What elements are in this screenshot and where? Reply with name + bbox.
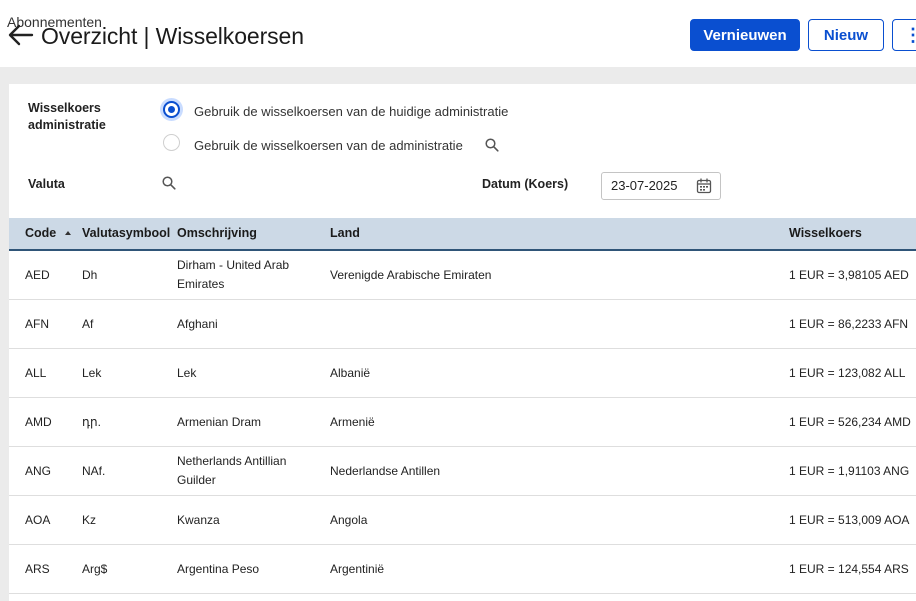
- cell-symbol: Dh: [82, 267, 98, 282]
- cell-rate: 1 EUR = 3,98105 AED: [789, 267, 909, 282]
- exchange-rates-panel: Wisselkoers administratie Gebruik de wis…: [9, 84, 916, 601]
- cell-code: ALL: [25, 365, 47, 380]
- cell-rate: 1 EUR = 1,91103 ANG: [789, 463, 910, 478]
- sort-ascending-icon[interactable]: [65, 230, 71, 236]
- cell-symbol: Kz: [82, 512, 97, 527]
- cell-country: Verenigde Arabische Emiraten: [330, 267, 492, 282]
- cell-rate: 1 EUR = 526,234 AMD: [789, 414, 911, 429]
- calendar-icon[interactable]: [696, 178, 712, 194]
- admin-rate-label: Wisselkoers administratie: [28, 101, 106, 132]
- cell-country: Albanië: [330, 365, 371, 380]
- cell-code: AED: [25, 267, 50, 282]
- radio-other-administration[interactable]: [163, 134, 180, 151]
- table-body: AED Dh Dirham - United Arab Emirates Ver…: [9, 251, 916, 594]
- cell-description: Netherlands Antillian Guilder: [177, 454, 287, 487]
- column-header-symbol[interactable]: Valutasymbool: [82, 218, 170, 249]
- page-header: Abonnementen Overzicht | Wisselkoersen V…: [0, 0, 916, 67]
- table-row[interactable]: ALL Lek Lek Albanië 1 EUR = 123,082 ALL: [9, 349, 916, 398]
- exchange-rates-table: Code Valutasymbool Omschrijving Land Wis…: [9, 218, 916, 594]
- cell-symbol: դր.: [82, 414, 101, 429]
- currency-search-icon[interactable]: [162, 176, 176, 190]
- table-row[interactable]: AFN Af Afghani 1 EUR = 86,2233 AFN: [9, 300, 916, 349]
- table-row[interactable]: ANG NAf. Netherlands Antillian Guilder N…: [9, 447, 916, 496]
- cell-code: AOA: [25, 512, 51, 527]
- cell-description: Kwanza: [177, 512, 220, 527]
- cell-country: Angola: [330, 512, 368, 527]
- cell-code: AMD: [25, 414, 52, 429]
- cell-code: ANG: [25, 463, 52, 478]
- table-row[interactable]: AOA Kz Kwanza Angola 1 EUR = 513,009 AOA: [9, 496, 916, 545]
- table-row[interactable]: AMD դր. Armenian Dram Armenië 1 EUR = 52…: [9, 398, 916, 447]
- new-button[interactable]: Nieuw: [808, 19, 884, 51]
- cell-symbol: Lek: [82, 365, 102, 380]
- refresh-button[interactable]: Vernieuwen: [690, 19, 800, 51]
- cell-country: Armenië: [330, 414, 375, 429]
- cell-rate: 1 EUR = 86,2233 AFN: [789, 316, 909, 331]
- more-options-button[interactable]: ⋮: [892, 19, 916, 51]
- column-header-country[interactable]: Land: [330, 218, 360, 249]
- cell-description: Dirham - United Arab Emirates: [177, 258, 290, 291]
- cell-description: Armenian Dram: [177, 414, 262, 429]
- cell-symbol: Af: [82, 316, 94, 331]
- cell-symbol: NAf.: [82, 463, 106, 478]
- back-arrow-icon[interactable]: [8, 24, 34, 46]
- cell-code: AFN: [25, 316, 49, 331]
- cell-rate: 1 EUR = 513,009 AOA: [789, 512, 910, 527]
- date-input[interactable]: 23-07-2025: [601, 172, 721, 200]
- cell-symbol: Arg$: [82, 561, 108, 576]
- cell-country: Argentinië: [330, 561, 385, 576]
- column-header-code[interactable]: Code: [25, 218, 56, 249]
- table-header: Code Valutasymbool Omschrijving Land Wis…: [9, 218, 916, 251]
- radio-other-administration-label[interactable]: Gebruik de wisselkoersen van de administ…: [194, 138, 463, 154]
- cell-description: Argentina Peso: [177, 561, 260, 576]
- column-header-rate[interactable]: Wisselkoers: [789, 218, 862, 249]
- cell-rate: 1 EUR = 123,082 ALL: [789, 365, 906, 380]
- date-label: Datum (Koers): [482, 177, 569, 191]
- cell-description: Afghani: [177, 316, 218, 331]
- currency-label: Valuta: [28, 177, 65, 191]
- cell-code: ARS: [25, 561, 50, 576]
- cell-country: Nederlandse Antillen: [330, 463, 441, 478]
- cell-country: [330, 300, 770, 348]
- radio-current-administration-label[interactable]: Gebruik de wisselkoersen van de huidige …: [194, 104, 508, 120]
- administration-search-icon[interactable]: [485, 138, 499, 152]
- table-row[interactable]: AED Dh Dirham - United Arab Emirates Ver…: [9, 251, 916, 300]
- date-value: 23-07-2025: [611, 178, 678, 193]
- cell-description: Lek: [177, 365, 197, 380]
- radio-current-administration[interactable]: [163, 101, 180, 118]
- cell-rate: 1 EUR = 124,554 ARS: [789, 561, 909, 576]
- table-row[interactable]: ARS Arg$ Argentina Peso Argentinië 1 EUR…: [9, 545, 916, 594]
- page-title: Overzicht | Wisselkoersen: [41, 23, 304, 49]
- column-header-description[interactable]: Omschrijving: [177, 218, 257, 249]
